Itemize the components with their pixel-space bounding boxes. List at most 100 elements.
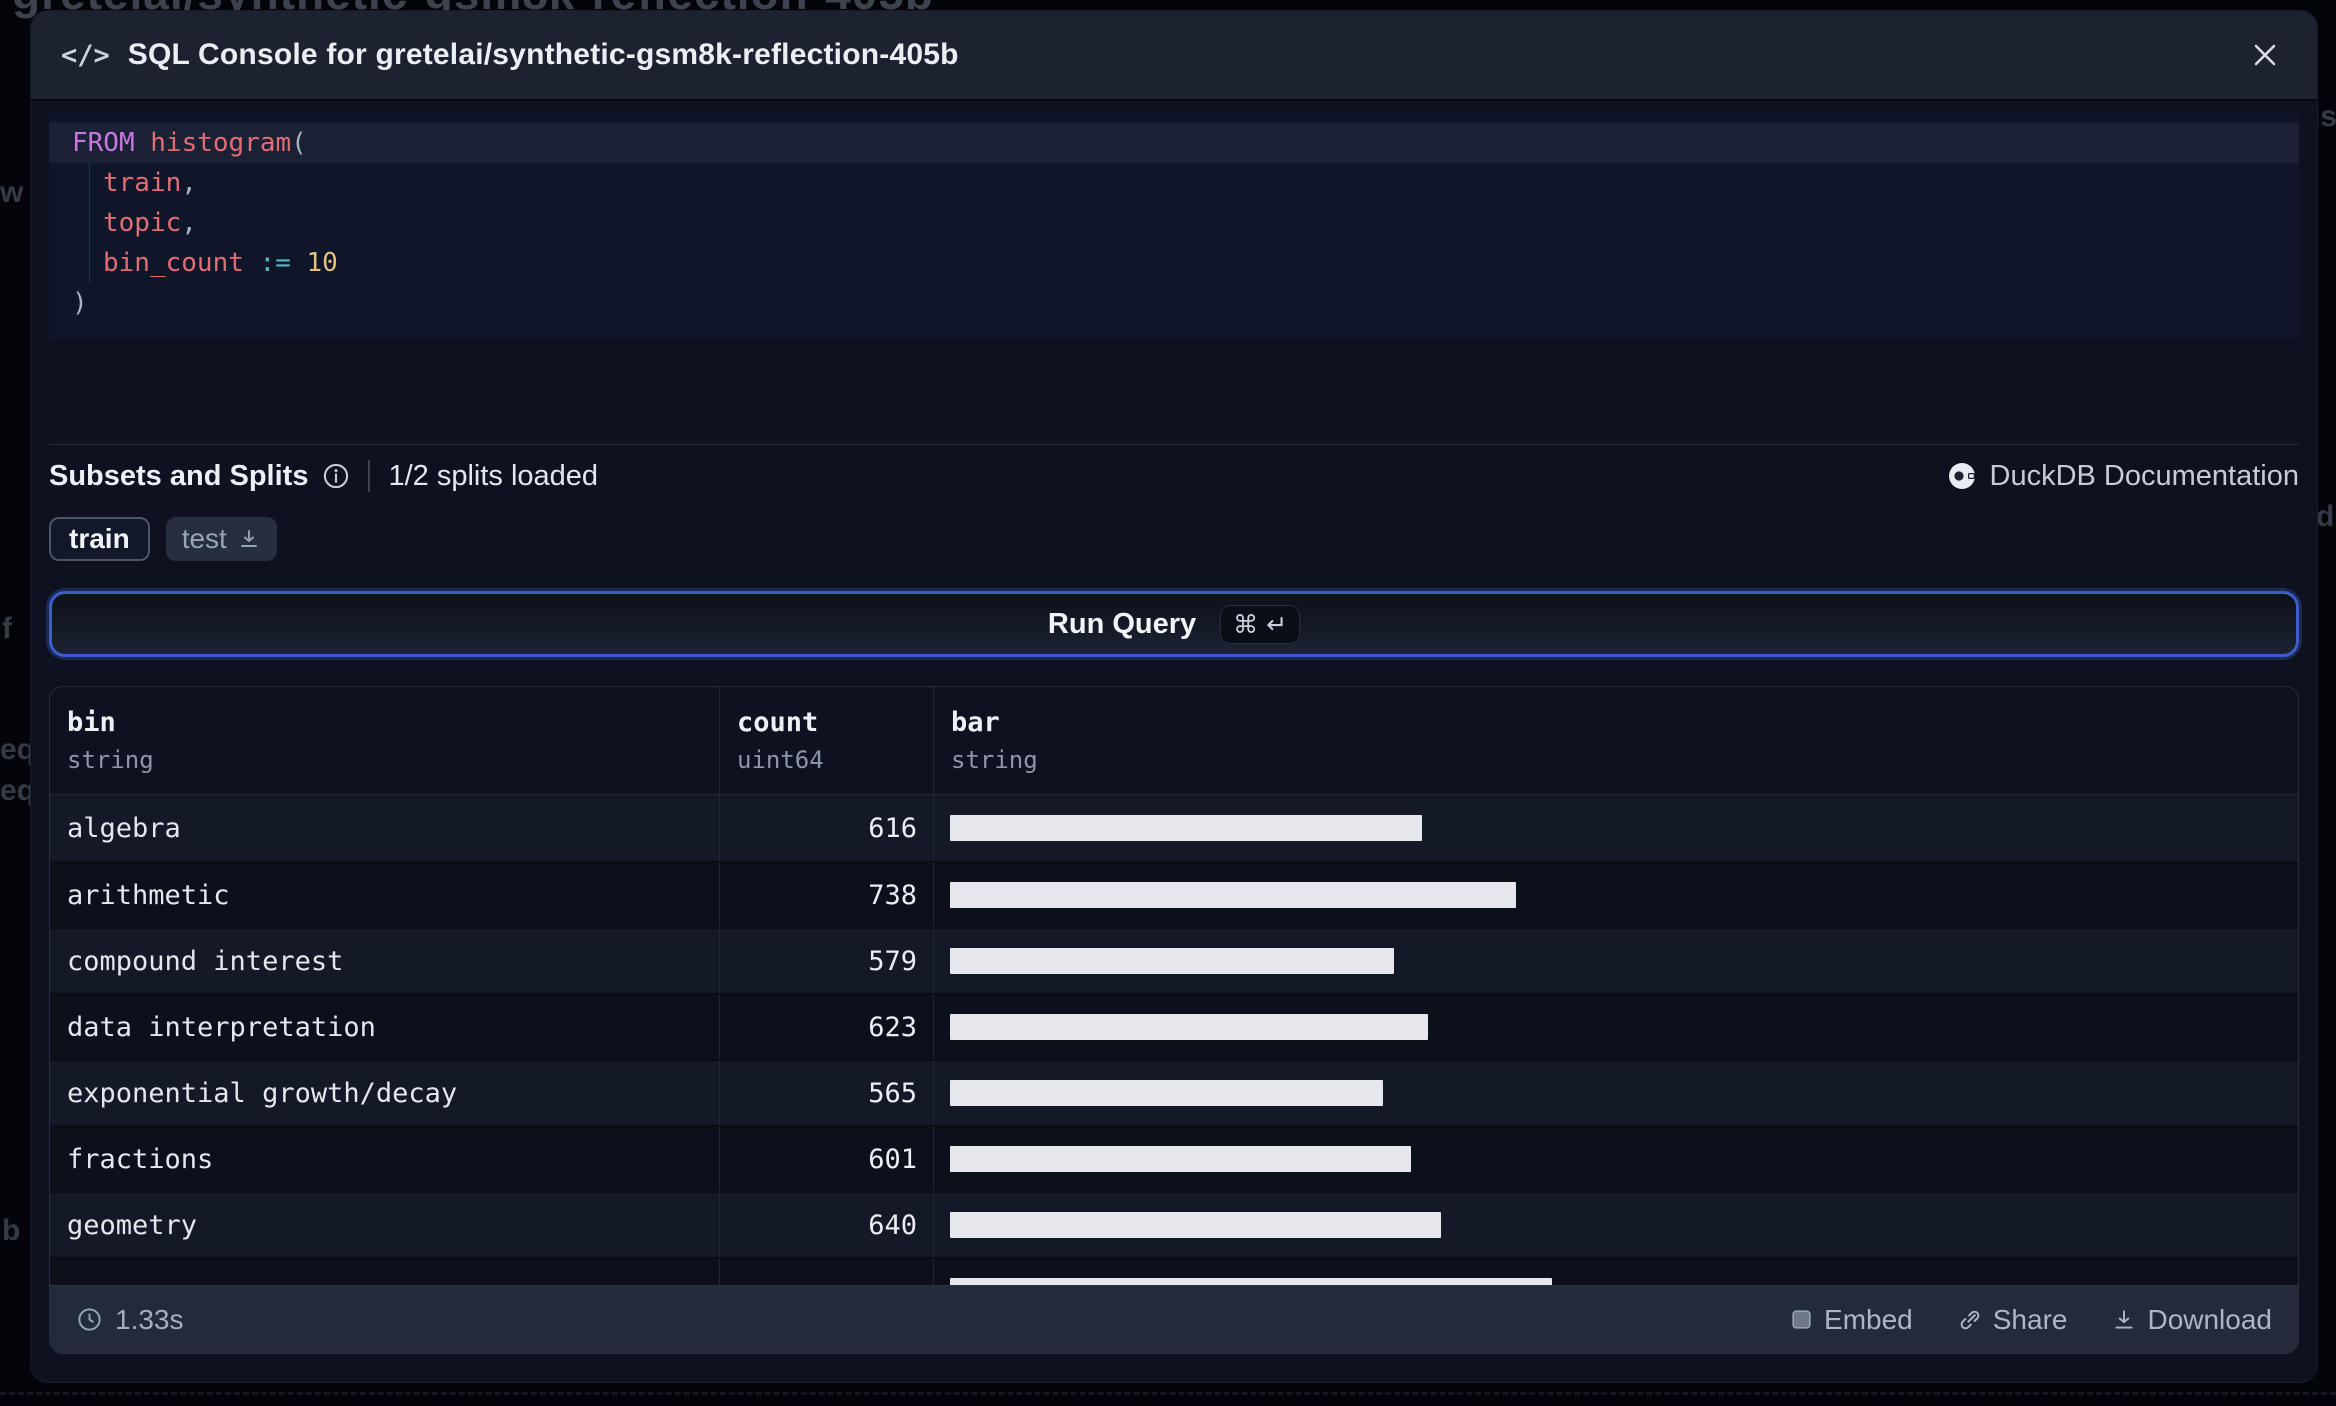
embed-label: Embed [1824, 1303, 1913, 1335]
cell-count: 579 [719, 929, 933, 993]
download-icon [2115, 1309, 2134, 1329]
query-duration: 1.33s [76, 1304, 184, 1336]
code-token: FROM [72, 128, 135, 158]
column-header-bar[interactable]: bar string [933, 687, 2298, 794]
table-row: exponential growth/decay 565 [50, 1059, 2298, 1125]
table-row: compound interest 579 [50, 927, 2298, 993]
background-text-fragment: b [2, 1214, 21, 1247]
histogram-bar [950, 1278, 1552, 1286]
footer-actions: Embed Share Download [1789, 1304, 2272, 1336]
results-table-scroll[interactable]: bin string count uint64 bar string algeb… [50, 687, 2298, 1286]
info-icon[interactable] [322, 462, 350, 490]
subsets-row: Subsets and Splits 1/2 splits loaded Duc… [49, 457, 2299, 495]
code-token: := [259, 248, 291, 278]
background-text-fragment: w [0, 176, 24, 209]
cell-bin: fractions [67, 1143, 214, 1175]
share-label: Share [1992, 1303, 2068, 1335]
embed-button[interactable]: Embed [1789, 1304, 1913, 1336]
code-token: histogram [150, 128, 292, 158]
cell-bin: compound interest [67, 945, 344, 977]
column-name: bar [951, 707, 1000, 738]
cell-count: 640 [719, 1193, 933, 1257]
histogram-bar [950, 1212, 1441, 1238]
cell-bar [933, 929, 2298, 993]
code-token: train [103, 168, 182, 198]
background-text-fragment: d [2316, 500, 2335, 533]
cell-bin: arithmetic [67, 879, 230, 911]
code-token: , [181, 168, 197, 198]
background-dashed-line [0, 1392, 2336, 1395]
split-button-test[interactable]: test [165, 517, 277, 561]
table-footer: 1.33s Embed Share Download [50, 1285, 2298, 1353]
download-label: Download [2147, 1303, 2272, 1335]
modal-content: FROM histogram(train, topic, bin_count := … [31, 113, 2317, 1354]
modal-header: </> SQL Console for gretelai/synthetic-g… [31, 11, 2317, 101]
close-button[interactable] [2243, 33, 2287, 77]
cell-bin: geometry [67, 1209, 198, 1241]
cell-count [719, 1259, 933, 1286]
column-name: bin [67, 707, 116, 738]
table-row: data interpretation 623 [50, 993, 2298, 1059]
splits-loaded-status: 1/2 splits loaded [388, 459, 599, 492]
download-button[interactable]: Download [2111, 1304, 2272, 1336]
table-row: fractions 601 [50, 1125, 2298, 1191]
results-table-card: bin string count uint64 bar string algeb… [49, 686, 2299, 1354]
histogram-bar [950, 948, 1394, 974]
column-header-bin[interactable]: bin string [50, 687, 719, 794]
histogram-bar [950, 1014, 1428, 1040]
split-test-label: test [181, 523, 227, 554]
link-icon [1960, 1310, 1980, 1329]
histogram-bar [950, 815, 1422, 841]
code-line: ) [49, 283, 2299, 323]
code-icon: </> [61, 39, 110, 71]
cell-bin: data interpretation [67, 1011, 376, 1043]
cell-count: 738 [719, 863, 933, 927]
sql-editor[interactable]: FROM histogram(train, topic, bin_count := … [49, 113, 2299, 339]
column-header-count[interactable]: count uint64 [719, 687, 933, 794]
cell-bin: algebra [67, 812, 181, 844]
close-icon [2254, 44, 2276, 66]
vertical-divider [368, 460, 371, 492]
code-line: topic, [49, 203, 2299, 243]
code-line: bin_count := 10 [49, 243, 2299, 283]
cell-bin: exponential growth/decay [67, 1077, 458, 1109]
cell-bar [933, 1061, 2298, 1125]
cell-bar [933, 1127, 2298, 1191]
histogram-bar [950, 882, 1516, 908]
cell-bar [933, 795, 2298, 861]
subsets-title: Subsets and Splits [49, 459, 309, 492]
cmd-enter-shortcut: ⌘ ↵ [1220, 604, 1301, 644]
cell-count: 616 [719, 795, 933, 861]
download-split-icon [240, 530, 257, 547]
column-type: string [67, 746, 154, 774]
cell-bar [933, 995, 2298, 1059]
cell-count: 565 [719, 1061, 933, 1125]
histogram-bar [950, 1146, 1411, 1172]
code-line: train, [49, 163, 2299, 203]
code-token: ( [291, 128, 307, 158]
share-button[interactable]: Share [1957, 1303, 2068, 1336]
code-token: ) [72, 288, 88, 318]
code-token: topic [103, 208, 182, 238]
duckdb-documentation-link[interactable]: DuckDB Documentation [1948, 460, 2299, 493]
split-train-label: train [69, 523, 130, 554]
duckdb-documentation-label: DuckDB Documentation [1989, 459, 2299, 492]
run-query-button[interactable]: Run Query ⌘ ↵ [49, 591, 2299, 657]
histogram-bar [950, 1080, 1383, 1106]
embed-icon [1792, 1310, 1811, 1329]
background-text-fragment: f [2, 612, 12, 645]
column-type: string [951, 746, 1038, 774]
section-divider [49, 444, 2299, 445]
cell-count: 601 [719, 1127, 933, 1191]
clock-icon [78, 1308, 101, 1331]
query-duration-value: 1.33s [115, 1303, 184, 1335]
table-row [50, 1257, 2298, 1286]
cell-bar [933, 1193, 2298, 1257]
splits-row: train test [49, 517, 2299, 561]
sql-console-modal: </> SQL Console for gretelai/synthetic-g… [30, 10, 2318, 1383]
table-body: algebra 616 arithmetic 738 compound interest… [50, 795, 2298, 1286]
code-token: bin_count [103, 248, 244, 278]
split-button-train[interactable]: train [49, 517, 150, 561]
